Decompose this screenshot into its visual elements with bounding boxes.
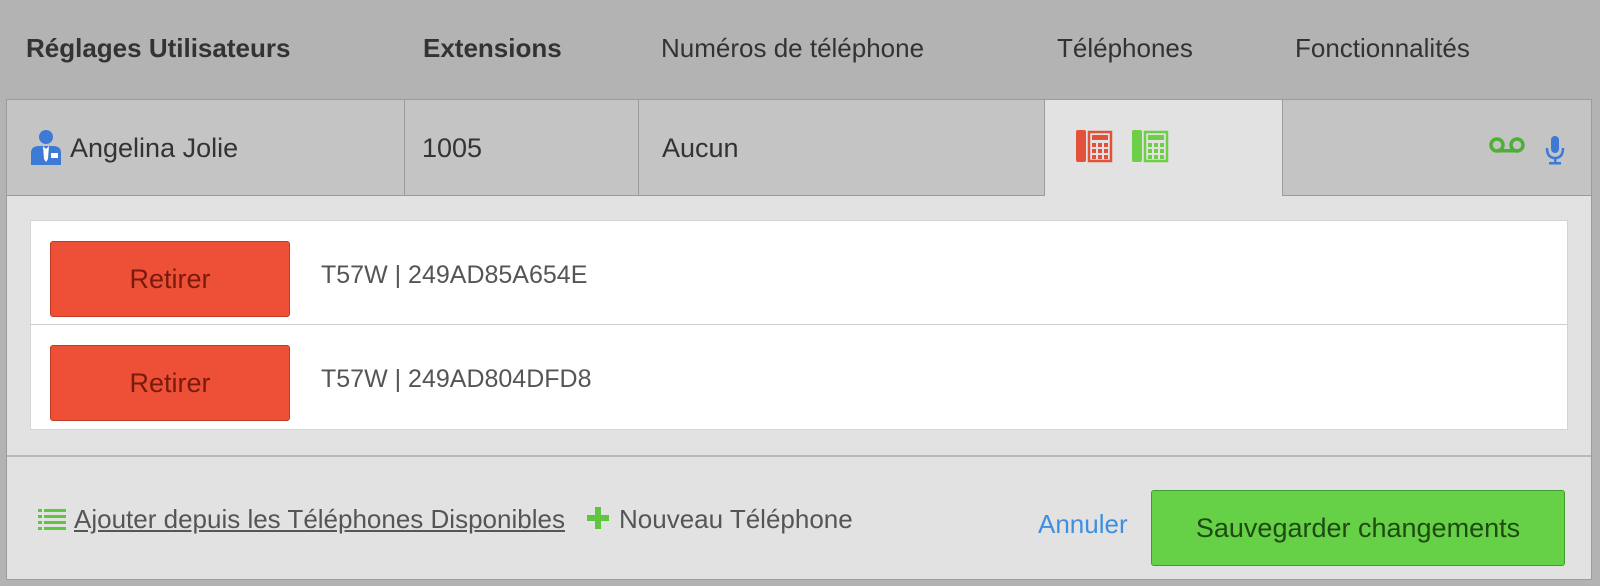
user-icon [29, 129, 63, 165]
user-row[interactable]: Angelina Jolie 1005 Aucun [6, 99, 1592, 197]
phone-number-cell[interactable]: Aucun [639, 100, 1045, 195]
cancel-button[interactable]: Annuler [1038, 509, 1128, 540]
save-button[interactable]: Sauvegarder changements [1151, 490, 1565, 566]
voicemail-icon [1489, 137, 1525, 153]
phones-cell[interactable] [1045, 100, 1283, 197]
features-cell[interactable] [1283, 100, 1591, 195]
new-phone-link[interactable]: Nouveau Téléphone [587, 504, 853, 535]
phones-panel: Retirer T57W | 249AD85A654E Retirer T57W… [6, 196, 1592, 580]
remove-button[interactable]: Retirer [50, 241, 290, 317]
phone-list: Retirer T57W | 249AD85A654E Retirer T57W… [30, 220, 1568, 430]
add-available-label: Ajouter depuis les Téléphones Disponible… [74, 504, 565, 534]
new-phone-label: Nouveau Téléphone [619, 504, 853, 534]
divider [7, 455, 1591, 457]
device-label: T57W | 249AD804DFD8 [321, 365, 592, 393]
header-phone-numbers: Numéros de téléphone [661, 33, 925, 63]
phone-number-value: Aucun [662, 133, 739, 163]
remove-button[interactable]: Retirer [50, 345, 290, 421]
list-item: Retirer T57W | 249AD85A654E [31, 221, 1567, 325]
plus-icon [587, 507, 609, 529]
green-phone-icon [1131, 129, 1169, 163]
header-features: Fonctionnalités [1295, 33, 1470, 63]
microphone-icon [1545, 135, 1565, 165]
red-phone-icon [1075, 129, 1113, 163]
user-cell[interactable]: Angelina Jolie [7, 100, 405, 195]
user-name: Angelina Jolie [70, 133, 239, 163]
device-label: T57W | 249AD85A654E [321, 261, 588, 289]
extension-cell[interactable]: 1005 [405, 100, 639, 195]
header-user-settings: Réglages Utilisateurs [26, 33, 291, 63]
header: Réglages Utilisateurs Extensions Numéros… [0, 0, 1600, 100]
extension-value: 1005 [422, 133, 483, 163]
header-phones: Téléphones [1057, 33, 1193, 63]
list-icon [38, 508, 66, 530]
header-extensions: Extensions [423, 33, 562, 63]
add-available-link[interactable]: Ajouter depuis les Téléphones Disponible… [38, 504, 565, 535]
list-item: Retirer T57W | 249AD804DFD8 [31, 325, 1567, 429]
